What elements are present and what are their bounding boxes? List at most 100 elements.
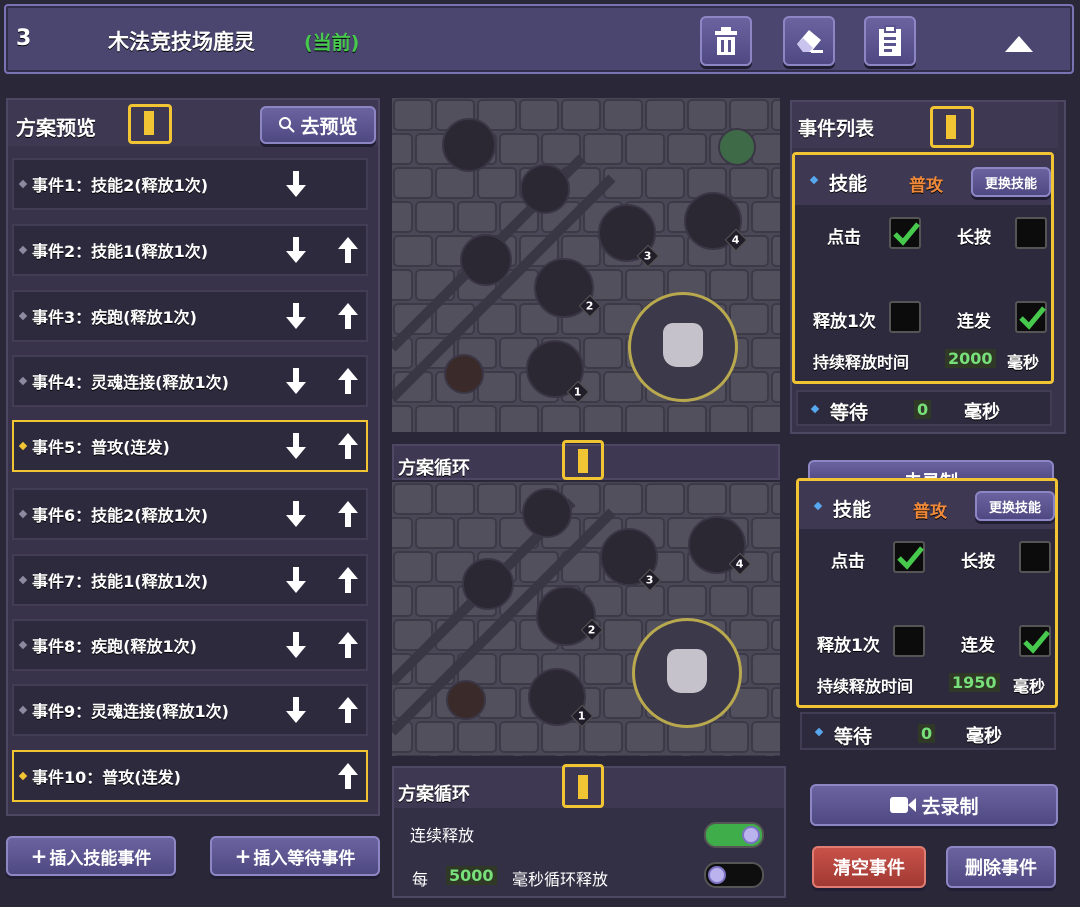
move-down-arrow-icon[interactable]: [284, 695, 308, 725]
wait-row-1: 等待 0 毫秒: [796, 390, 1052, 426]
event-row[interactable]: 事件7：技能1(释放1次): [12, 554, 368, 606]
move-up-arrow-icon[interactable]: [336, 630, 360, 660]
record-label: 去录制: [921, 795, 979, 818]
floor-tile: [771, 303, 780, 335]
move-down-arrow-icon[interactable]: [284, 235, 308, 265]
event-row[interactable]: 事件5：普攻(连发): [12, 420, 368, 472]
duration-value[interactable]: 2000: [945, 349, 996, 368]
event-row[interactable]: 事件6：技能2(释放1次): [12, 488, 368, 540]
event-row[interactable]: 事件9：灵魂连接(释放1次): [12, 684, 368, 736]
trash-button[interactable]: [700, 16, 752, 66]
release-once-checkbox[interactable]: [893, 625, 925, 657]
floor-tile: [625, 405, 665, 432]
record-button[interactable]: 去录制: [810, 784, 1058, 826]
burst-checkbox[interactable]: [1015, 301, 1047, 333]
loop-title: 方案循环: [398, 784, 470, 805]
long-press-checkbox[interactable]: [1015, 217, 1047, 249]
collapse-triangle-icon[interactable]: [1003, 34, 1035, 54]
long-press-label: 长按: [957, 228, 991, 248]
event-bullet-icon: [18, 575, 28, 585]
eraser-button[interactable]: [783, 16, 835, 66]
floor-tile: [583, 337, 623, 369]
floor-tile: [435, 483, 475, 515]
loop-toggle[interactable]: [704, 862, 764, 888]
move-up-arrow-icon[interactable]: [336, 366, 360, 396]
glove-icon: [667, 649, 707, 693]
floor-tile: [751, 585, 780, 617]
floor-tile: [457, 405, 497, 432]
checkmark-icon: [897, 546, 924, 570]
potion-icon: [446, 680, 486, 720]
checkmark-icon: [1023, 630, 1050, 654]
plus-icon: +: [234, 844, 252, 868]
move-up-arrow-icon[interactable]: [336, 565, 360, 595]
event-row[interactable]: 事件1：技能2(释放1次): [12, 158, 368, 210]
delete-event-button[interactable]: 删除事件: [946, 846, 1056, 888]
move-up-arrow-icon[interactable]: [336, 301, 360, 331]
click-label: 点击: [827, 228, 861, 248]
glove-icon: [663, 323, 703, 367]
move-up-arrow-icon[interactable]: [336, 499, 360, 529]
plus-icon: +: [30, 844, 48, 868]
floor-tile: [499, 133, 539, 165]
floor-tile: [583, 653, 623, 685]
event-row[interactable]: 事件2：技能1(释放1次): [12, 224, 368, 276]
floor-tile: [583, 405, 623, 432]
floor-tile: [729, 99, 769, 131]
move-up-arrow-icon[interactable]: [336, 431, 360, 461]
move-down-arrow-icon[interactable]: [284, 301, 308, 331]
continuous-toggle[interactable]: [704, 822, 764, 848]
loop-yellow-icon: [562, 764, 604, 808]
release-once-checkbox[interactable]: [889, 301, 921, 333]
move-down-arrow-icon[interactable]: [284, 499, 308, 529]
floor-tile: [457, 721, 497, 753]
move-up-arrow-icon: [336, 169, 360, 199]
move-down-arrow-icon[interactable]: [284, 169, 308, 199]
skill-icon-slot: [460, 234, 512, 286]
event-row[interactable]: 事件8：疾跑(释放1次): [12, 619, 368, 671]
move-down-arrow-icon[interactable]: [284, 366, 308, 396]
move-down-arrow-icon[interactable]: [284, 630, 308, 660]
floor-tile: [477, 167, 517, 199]
burst-checkbox[interactable]: [1019, 625, 1051, 657]
floor-tile: [603, 619, 643, 651]
every-value[interactable]: 5000: [446, 866, 497, 885]
click-label: 点击: [831, 552, 865, 572]
skill-icon-slot: [462, 558, 514, 610]
wait-label: 等待: [830, 402, 869, 424]
go-preview-button[interactable]: 去预览: [260, 106, 376, 144]
event-list-yellow-icon: [930, 106, 974, 148]
floor-tile: [645, 167, 685, 199]
click-checkbox[interactable]: [893, 541, 925, 573]
floor-tile: [541, 405, 581, 432]
move-up-arrow-icon[interactable]: [336, 761, 360, 791]
change-skill-button[interactable]: 更换技能: [975, 491, 1055, 521]
release-once-label: 释放1次: [813, 312, 876, 332]
event-row[interactable]: 事件3：疾跑(释放1次): [12, 290, 368, 342]
move-down-arrow-icon[interactable]: [284, 431, 308, 461]
move-up-arrow-icon[interactable]: [336, 235, 360, 265]
wait-value[interactable]: 0: [914, 400, 932, 419]
attack-joystick[interactable]: [628, 292, 738, 402]
move-up-arrow-icon[interactable]: [336, 695, 360, 725]
floor-tile: [477, 483, 517, 515]
move-down-arrow-icon: [284, 761, 308, 791]
wait-value[interactable]: 0: [918, 724, 936, 743]
insert-skill-event-button[interactable]: + 插入技能事件: [6, 836, 176, 876]
eraser-icon: [797, 30, 823, 53]
long-press-checkbox[interactable]: [1019, 541, 1051, 573]
insert-wait-event-button[interactable]: + 插入等待事件: [210, 836, 380, 876]
event-row[interactable]: 事件10：普攻(连发): [12, 750, 368, 802]
duration-value[interactable]: 1950: [949, 673, 1000, 692]
change-skill-button[interactable]: 更换技能: [971, 167, 1051, 197]
skill-card-1: 技能 普攻 更换技能 点击 长按 释放1次 连发 持续释放时间 2000 毫秒: [792, 152, 1054, 384]
event-label: 事件2：技能1(释放1次): [32, 242, 209, 261]
click-checkbox[interactable]: [889, 217, 921, 249]
event-row[interactable]: 事件4：灵魂连接(释放1次): [12, 355, 368, 407]
move-down-arrow-icon[interactable]: [284, 565, 308, 595]
video-camera-icon: [890, 797, 917, 813]
duration-unit: 毫秒: [1013, 677, 1046, 696]
clipboard-button[interactable]: [864, 16, 916, 66]
clear-events-button[interactable]: 清空事件: [812, 846, 926, 888]
attack-joystick[interactable]: [632, 618, 742, 728]
